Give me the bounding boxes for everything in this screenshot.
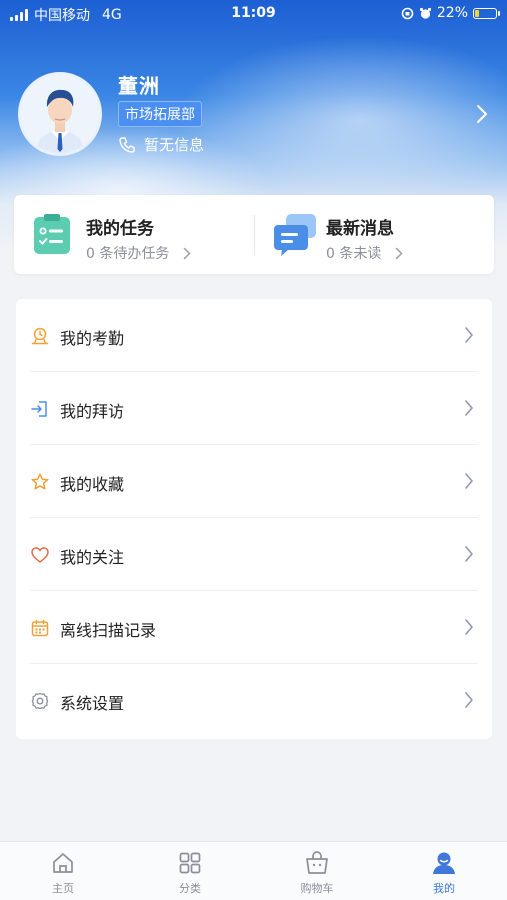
heart-icon [31, 547, 49, 563]
latest-messages-title: 最新消息 [326, 219, 394, 239]
profile-header[interactable]: 董洲 市场拓展部 暂无信息 [18, 70, 488, 160]
tab-label: 分类 [179, 882, 201, 895]
menu-item-following[interactable]: 我的关注 [16, 518, 492, 591]
chevron-right-icon [465, 400, 473, 416]
chevron-right-icon [184, 247, 191, 259]
avatar[interactable] [18, 72, 102, 156]
chevron-right-icon [465, 619, 473, 635]
menu-item-label: 我的考勤 [60, 329, 125, 348]
rotation-lock-icon [401, 7, 414, 19]
phone-icon [119, 136, 135, 153]
chevron-right-icon [465, 327, 473, 343]
menu-item-settings[interactable]: 系统设置 [16, 664, 492, 737]
tab-mine[interactable]: 我的 [381, 842, 507, 900]
menu-item-visits[interactable]: 我的拜访 [16, 372, 492, 445]
attendance-icon [31, 327, 49, 345]
tab-home[interactable]: 主页 [0, 842, 126, 900]
gear-icon [31, 692, 49, 710]
my-tasks-entry[interactable]: 我的任务 0 条待办任务 [14, 195, 254, 274]
battery-percent: 22% [436, 5, 468, 21]
status-right: 22% [401, 5, 500, 21]
battery-fill [475, 9, 479, 17]
tab-label: 主页 [52, 882, 74, 895]
menu-item-label: 我的拜访 [60, 402, 125, 421]
chevron-right-icon [465, 473, 473, 489]
quick-actions-card: 我的任务 0 条待办任务 最新消息 0 条未读 [14, 195, 494, 274]
tab-category[interactable]: 分类 [127, 842, 253, 900]
user-icon [433, 852, 455, 874]
chevron-right-icon[interactable] [476, 104, 488, 124]
phone-row: 暂无信息 [118, 134, 204, 155]
battery-icon [473, 7, 500, 19]
basket-icon [306, 851, 328, 874]
menu-card: 我的考勤 我的拜访 我的收藏 我的关注 离线扫描记录 系统设置 [16, 299, 492, 739]
grid-icon [179, 852, 201, 874]
chevron-right-icon [396, 247, 403, 259]
phone-label: 暂无信息 [144, 136, 205, 154]
tab-label: 我的 [433, 882, 455, 895]
visit-icon [31, 401, 47, 417]
department-badge: 市场拓展部 [118, 101, 202, 127]
unread-count: 0 条未读 [326, 246, 382, 262]
avatar-illustration [21, 75, 99, 153]
menu-item-offline-scan[interactable]: 离线扫描记录 [16, 591, 492, 664]
chat-icon [274, 214, 316, 256]
tab-label: 购物车 [300, 882, 334, 895]
latest-messages-subtitle: 0 条未读 [326, 243, 403, 263]
bottom-tab-bar: 主页 分类 购物车 我的 [0, 841, 507, 900]
alarm-icon [419, 7, 431, 19]
my-tasks-subtitle: 0 条待办任务 [86, 243, 191, 263]
menu-item-favorites[interactable]: 我的收藏 [16, 445, 492, 518]
menu-item-label: 我的收藏 [60, 475, 125, 494]
tab-cart[interactable]: 购物车 [254, 842, 380, 900]
chevron-right-icon [465, 692, 473, 708]
menu-item-attendance[interactable]: 我的考勤 [16, 299, 492, 372]
my-tasks-count: 0 条待办任务 [86, 246, 170, 262]
my-tasks-title: 我的任务 [86, 219, 154, 239]
calendar-icon [31, 619, 49, 637]
star-icon [31, 473, 49, 490]
menu-item-label: 我的关注 [60, 548, 125, 567]
clipboard-icon [34, 214, 70, 254]
status-bar: 中国移动 4G 11:09 22% [0, 0, 507, 26]
chevron-right-icon [465, 546, 473, 562]
menu-item-label: 离线扫描记录 [60, 621, 157, 640]
home-icon [53, 853, 73, 873]
menu-item-label: 系统设置 [60, 694, 125, 713]
latest-messages-entry[interactable]: 最新消息 0 条未读 [254, 195, 494, 274]
user-name: 董洲 [118, 74, 160, 98]
